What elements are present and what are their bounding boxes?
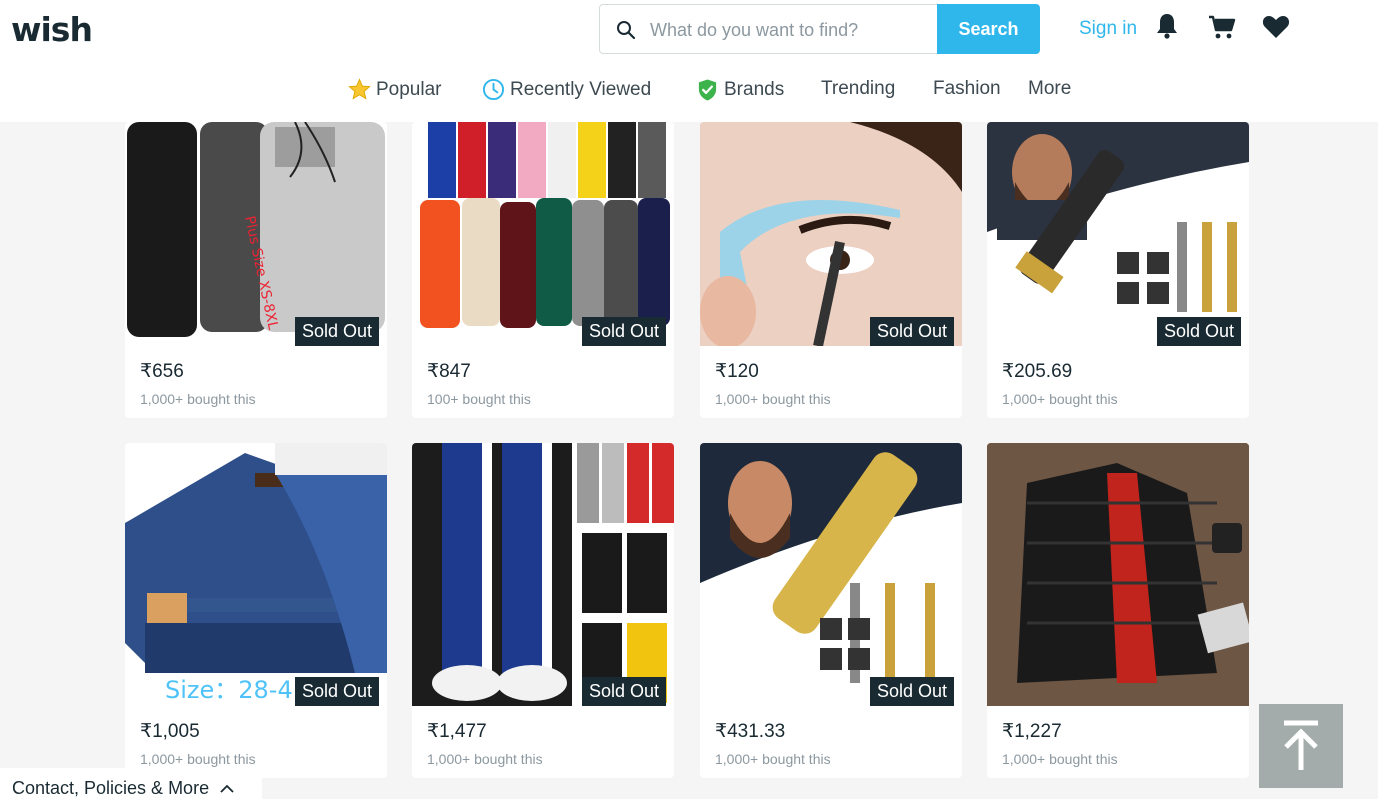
star-icon: [348, 78, 371, 100]
sold-out-badge: Sold Out: [581, 677, 666, 706]
product-card[interactable]: ₹1,227 1,000+ bought this: [987, 443, 1249, 778]
product-card[interactable]: Sold Out ₹847 100+ bought this: [412, 122, 674, 418]
product-card[interactable]: Sold Out ₹205.69 1,000+ bought this: [987, 122, 1249, 418]
search-input[interactable]: [650, 17, 930, 43]
sold-out-badge: Sold Out: [294, 677, 379, 706]
sold-out-badge: Sold Out: [1156, 317, 1241, 346]
nav-label: Fashion: [933, 78, 1001, 99]
chevron-up-icon: [220, 784, 234, 793]
product-card[interactable]: Sold Out ₹431.33 1,000+ bought this: [700, 443, 962, 778]
wish-logo[interactable]: wish: [11, 10, 93, 49]
search-icon: [617, 21, 636, 40]
product-image[interactable]: Plus Size XS-8XL Sold Out: [125, 122, 387, 346]
product-price: ₹431.33: [715, 721, 786, 742]
cart-icon[interactable]: [1208, 14, 1236, 40]
nav-item-more[interactable]: More: [1028, 78, 1071, 100]
nav-item-fashion[interactable]: Fashion: [933, 78, 1001, 100]
bought-count: 1,000+ bought this: [140, 391, 256, 407]
product-card[interactable]: Plus Size XS-8XL Sold Out ₹656 1,000+ bo…: [125, 122, 387, 418]
product-image[interactable]: Sold Out: [700, 443, 962, 706]
footer-label: Contact, Policies & More: [12, 778, 210, 798]
product-card[interactable]: Size：28-4 Sold Out ₹1,005 1,000+ bought …: [125, 443, 387, 778]
nav-item-brands[interactable]: Brands: [696, 78, 784, 102]
nav-label: More: [1028, 78, 1072, 99]
bought-count: 1,000+ bought this: [427, 751, 543, 767]
header: wish Search Sign in Popular: [0, 0, 1378, 122]
nav-label: Trending: [821, 78, 896, 99]
nav-label: Popular: [376, 78, 442, 100]
sold-out-badge: Sold Out: [869, 317, 954, 346]
search-button[interactable]: Search: [937, 4, 1040, 54]
product-image[interactable]: Size：28-4 Sold Out: [125, 443, 387, 706]
nav-label: Brands: [724, 79, 785, 100]
scroll-to-top-button[interactable]: [1259, 704, 1343, 788]
bought-count: 1,000+ bought this: [140, 751, 256, 767]
bell-icon[interactable]: [1155, 12, 1179, 40]
product-price: ₹1,227: [1002, 721, 1062, 742]
nav-label: Recently Viewed: [510, 78, 652, 100]
product-price: ₹1,005: [140, 721, 200, 742]
nav-item-trending[interactable]: Trending: [821, 78, 895, 100]
product-image[interactable]: Sold Out: [700, 122, 962, 346]
size-image-text: Size：28-4: [165, 676, 293, 704]
sold-out-badge: Sold Out: [294, 317, 379, 346]
product-image[interactable]: Sold Out: [987, 122, 1249, 346]
sold-out-badge: Sold Out: [869, 677, 954, 706]
bought-count: 1,000+ bought this: [1002, 751, 1118, 767]
product-price: ₹205.69: [1002, 361, 1073, 382]
category-nav: Popular Recently Viewed Brands Trending …: [0, 78, 1378, 108]
product-card[interactable]: Sold Out ₹120 1,000+ bought this: [700, 122, 962, 418]
arrow-up-icon: [1284, 720, 1318, 770]
clock-icon: [482, 78, 505, 101]
bought-count: 1,000+ bought this: [715, 391, 831, 407]
product-price: ₹847: [427, 361, 471, 382]
nav-item-popular[interactable]: Popular: [348, 78, 442, 101]
sign-in-link[interactable]: Sign in: [1079, 18, 1137, 40]
product-image[interactable]: Sold Out: [412, 122, 674, 346]
bought-count: 1,000+ bought this: [1002, 391, 1118, 407]
heart-icon[interactable]: [1262, 14, 1290, 40]
product-image[interactable]: [987, 443, 1249, 706]
contact-policies-tab[interactable]: Contact, Policies & More: [0, 768, 262, 799]
product-price: ₹120: [715, 361, 759, 382]
product-price: ₹656: [140, 361, 184, 382]
bought-count: 100+ bought this: [427, 391, 531, 407]
shield-check-icon: [698, 79, 717, 101]
sold-out-badge: Sold Out: [581, 317, 666, 346]
nav-item-recently-viewed[interactable]: Recently Viewed: [482, 78, 651, 101]
bought-count: 1,000+ bought this: [715, 751, 831, 767]
product-price: ₹1,477: [427, 721, 487, 742]
product-image[interactable]: Sold Out: [412, 443, 674, 706]
product-card[interactable]: Sold Out ₹1,477 1,000+ bought this: [412, 443, 674, 778]
search-bar: Search: [599, 4, 1040, 54]
